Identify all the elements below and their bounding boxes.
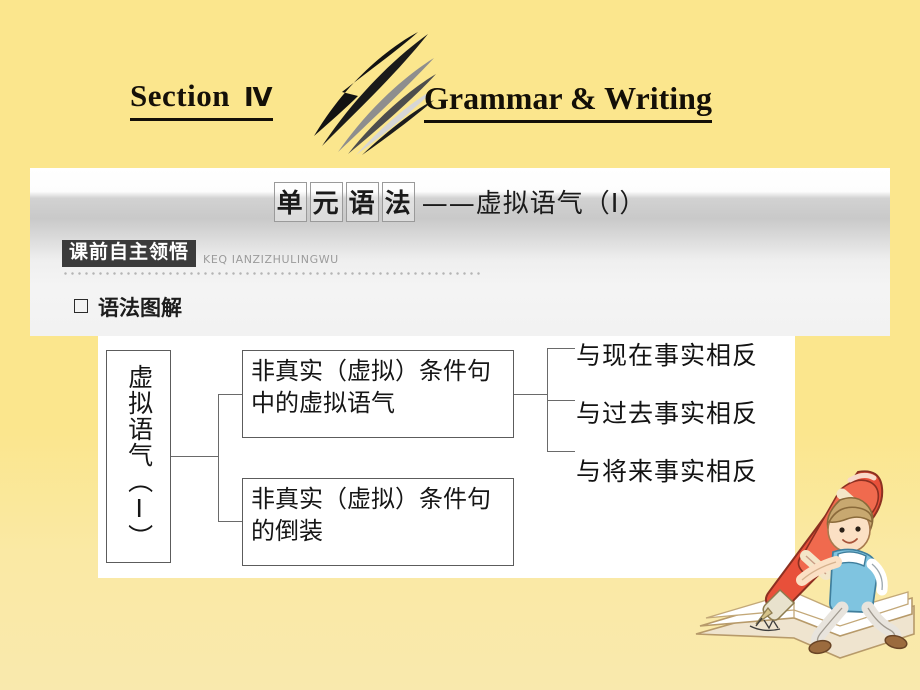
sub-heading-label: 语法图解 bbox=[98, 296, 182, 320]
unit-title-char-1: 单 bbox=[273, 182, 307, 222]
unit-title-char-3: 语 bbox=[345, 182, 379, 222]
boy-with-red-pen-on-book-illustration bbox=[695, 470, 915, 659]
slide-root: Section Ⅳ Grammar & Writing 单元语法 ——虚拟语气（Ⅰ）… bbox=[0, 0, 920, 690]
connector-leaf-stem bbox=[514, 394, 548, 396]
section-numeral: Ⅳ bbox=[243, 83, 274, 113]
content-panel-top: 单元语法 ——虚拟语气（Ⅰ） 课前自主领悟 KEQ IANZIZHULINGWU … bbox=[30, 168, 890, 336]
unit-title-char-4: 法 bbox=[381, 182, 415, 222]
ribbon-pinyin: KEQ IANZIZHULINGWU bbox=[203, 252, 339, 266]
section-ribbon: 课前自主领悟 KEQ IANZIZHULINGWU bbox=[62, 240, 339, 267]
dotted-divider bbox=[62, 272, 480, 275]
connector-branch1-stem bbox=[218, 394, 244, 396]
connector-root-stem bbox=[171, 456, 219, 458]
section-title: Section Ⅳ bbox=[130, 78, 274, 121]
unit-title-tail: ——虚拟语气（Ⅰ） bbox=[421, 189, 647, 219]
connector-leaf-2 bbox=[547, 400, 575, 402]
diagram-branch-node-1: 非真实（虚拟）条件句中的虚拟语气 bbox=[242, 350, 514, 438]
ribbon-label: 课前自主领悟 bbox=[62, 240, 197, 267]
connector-branch2-stem bbox=[218, 521, 244, 523]
connector-leaf-3 bbox=[547, 451, 575, 453]
diagram-branch-label-1: 非真实（虚拟）条件句中的虚拟语气 bbox=[251, 357, 491, 417]
unit-title-char-2: 元 bbox=[309, 182, 343, 222]
unit-title: 单元语法 ——虚拟语气（Ⅰ） bbox=[30, 182, 890, 222]
sub-heading: 语法图解 bbox=[74, 292, 182, 322]
diagram-root-label: 虚拟语气（Ⅰ） bbox=[124, 363, 154, 550]
diagram-branch-label-2: 非真实（虚拟）条件句的倒装 bbox=[251, 485, 491, 545]
square-bullet-icon bbox=[74, 299, 88, 313]
diagram-leaf-2: 与过去事实相反 bbox=[576, 399, 759, 428]
diagram-root-node: 虚拟语气（Ⅰ） bbox=[106, 350, 171, 563]
swoosh-arrow-icon bbox=[314, 32, 436, 155]
diagram-branch-node-2: 非真实（虚拟）条件句的倒装 bbox=[242, 478, 514, 566]
slide-header: Section Ⅳ Grammar & Writing bbox=[0, 0, 920, 160]
diagram-leaf-1: 与现在事实相反 bbox=[576, 341, 759, 370]
connector-leaf-1 bbox=[547, 348, 575, 350]
connector-root-vertical bbox=[218, 394, 220, 522]
page-title: Grammar & Writing bbox=[424, 80, 712, 123]
section-label: Section bbox=[130, 78, 230, 113]
